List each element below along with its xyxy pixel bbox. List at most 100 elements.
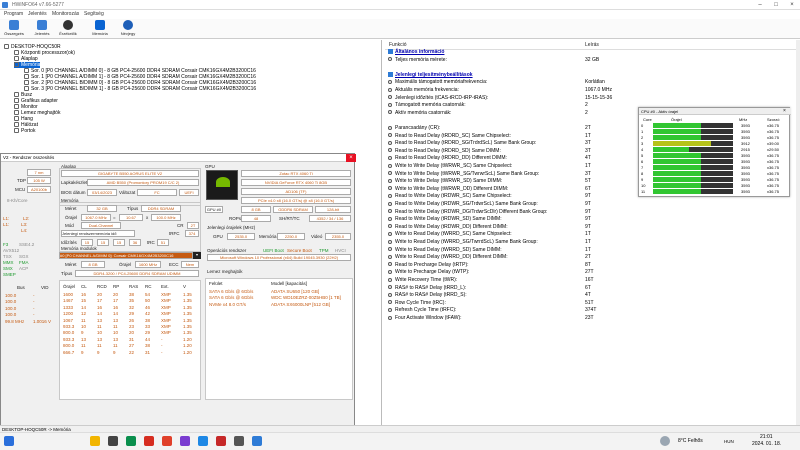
app-icon-blue[interactable] bbox=[198, 436, 208, 446]
timing-table-cell: 50 bbox=[145, 298, 151, 304]
tree-item[interactable]: Sor. 3 [P0 CHANNEL B/DIMM 1] - 8 GB PC4-… bbox=[24, 86, 256, 92]
detail-row[interactable]: Write to Write Delay (tWRWR_SG/TwrwrScL)… bbox=[388, 171, 539, 177]
edge-icon[interactable] bbox=[126, 436, 136, 446]
detail-row[interactable]: Refresh Cycle Time (tRFC): bbox=[388, 307, 456, 313]
mem-clock-label: Órajel bbox=[65, 215, 78, 220]
close-icon[interactable]: × bbox=[784, 0, 800, 10]
detail-row[interactable]: Parancsadány (CR): bbox=[388, 125, 440, 131]
mod-clock-value: 1600 MHz bbox=[135, 261, 161, 268]
menu-monitoring[interactable]: Monitorozás bbox=[52, 11, 79, 17]
detail-row[interactable]: Aktuális memória frekvencia: bbox=[388, 87, 459, 93]
summary-close-icon[interactable]: × bbox=[346, 154, 356, 162]
detail-row[interactable]: Jelenlegi időzítés (tCAS-tRCD-tRP-tRAS): bbox=[388, 95, 488, 101]
timing-table-cell: - bbox=[161, 349, 163, 355]
section-header[interactable]: Jelenlegi teljesítménybeállítások bbox=[388, 72, 473, 78]
hwinfo-taskbar-icon[interactable] bbox=[252, 436, 262, 446]
timing-icon bbox=[388, 285, 392, 290]
app-icon-red[interactable] bbox=[216, 436, 226, 446]
col-header-description[interactable]: Leírás bbox=[585, 42, 599, 48]
detail-label: Write to Read Delay (tWRRD_SG/TwrrdScL) … bbox=[395, 239, 538, 245]
summary-button[interactable]: Összegzés bbox=[4, 20, 24, 38]
report-button[interactable]: Jelentés bbox=[32, 20, 52, 38]
about-button[interactable]: Névjegy bbox=[118, 20, 138, 38]
detail-row[interactable]: Read to Write Delay (tRDWR_SG/TrdwrScL) … bbox=[388, 201, 538, 207]
section-header[interactable]: Általános információ bbox=[388, 49, 444, 55]
cpu-core-mhz: 3593 bbox=[741, 165, 750, 170]
detail-row[interactable]: Read to Read Delay (tRDRD_SD) Same DIMM: bbox=[388, 148, 501, 154]
detail-row[interactable]: Read to Write Delay (tRDWR_DG/TrdwrScDlr… bbox=[388, 209, 547, 215]
detail-row[interactable]: Támogatott memória csatornák: bbox=[388, 102, 466, 108]
detail-label: Read to Read Delay (tRDRD_DD) Different … bbox=[395, 155, 507, 162]
detail-row[interactable]: Read to Write Delay (tRDWR_DD) Different… bbox=[388, 224, 508, 230]
menu-program[interactable]: Program bbox=[4, 11, 23, 17]
detail-row[interactable]: Teljes memória mérete: bbox=[388, 57, 447, 63]
weather-text[interactable]: 8°C Felhős bbox=[678, 438, 703, 444]
menu-report[interactable]: Jelentés bbox=[28, 11, 47, 17]
cpu-core-bar bbox=[653, 189, 733, 194]
tree-item[interactable]: Portok bbox=[14, 128, 35, 134]
detail-row[interactable]: Read to Write Delay (tRDWR_SC) Same Chip… bbox=[388, 193, 512, 199]
detail-value: 9T bbox=[585, 208, 591, 215]
detail-row[interactable]: Write to Read Delay (tWRRD_SC) Same Chip… bbox=[388, 231, 512, 237]
clock-date[interactable]: 2024. 01. 18. bbox=[752, 441, 781, 447]
detail-row[interactable]: Write to Write Delay (tWRWR_DD) Differen… bbox=[388, 186, 508, 192]
maximize-icon[interactable]: □ bbox=[768, 0, 784, 10]
app-icon-purple[interactable] bbox=[180, 436, 190, 446]
detail-row[interactable]: Read to Read Delay (tRDRD_SC) Same Chips… bbox=[388, 133, 511, 139]
timing-table-cell: XMP bbox=[161, 304, 171, 310]
detail-row[interactable]: Read to Write Delay (tRDWR_SD) Same DIMM… bbox=[388, 216, 502, 222]
detail-row[interactable]: RAS# to RAS# Delay (tRRD_S): bbox=[388, 292, 467, 298]
detail-row[interactable]: Maximális támogatott memóriafrekvencia: bbox=[388, 79, 487, 85]
minimize-icon[interactable]: – bbox=[752, 0, 768, 10]
detail-row[interactable]: Row Cycle Time (tRC): bbox=[388, 300, 446, 306]
detail-label: Write to Precharge Delay (tWTP): bbox=[395, 269, 470, 276]
detail-row[interactable]: Read to Read Delay (tRDRD_DD) Different … bbox=[388, 155, 507, 161]
mem-module-dropdown[interactable]: #0 [P0 CHANNEL A/DIMM 0]: Corsair CMK16G… bbox=[59, 252, 193, 259]
cpu-core-mhz: 3593 bbox=[741, 129, 750, 134]
cpu-popup-close-icon[interactable]: × bbox=[783, 108, 786, 114]
detail-row[interactable]: Write to Write Delay (tWRWR_SD) Same DIM… bbox=[388, 178, 502, 184]
windows-start-icon[interactable] bbox=[4, 436, 14, 446]
app-icon-gray[interactable] bbox=[234, 436, 244, 446]
detail-row[interactable]: RAS# to RAS# Delay (tRRD_L): bbox=[388, 285, 466, 291]
core-vid: 1.0016 V bbox=[33, 318, 52, 324]
gpu-select-dropdown[interactable]: GPU #0 bbox=[205, 206, 223, 213]
language-indicator[interactable]: HUN bbox=[724, 439, 734, 444]
timing-table-cell: 1.20 bbox=[183, 336, 192, 342]
cpu-core-index: 2 bbox=[641, 135, 644, 140]
timing-table-cell: 14 bbox=[97, 311, 103, 317]
detail-row[interactable]: Read to Read Delay (tRDRD_SG/TrdrdScL) S… bbox=[388, 140, 536, 146]
timing-table-cell: 1.35 bbox=[183, 330, 192, 336]
timing-table-cell: 13 bbox=[81, 336, 87, 342]
detail-row[interactable]: Write to Write Delay (tWRWR_SC) Same Chi… bbox=[388, 163, 512, 169]
detail-row[interactable]: Read to Precharge Delay (tRTP): bbox=[388, 262, 469, 268]
cpu-core-bar-fill bbox=[653, 123, 701, 128]
cpu-core-index: 8 bbox=[641, 171, 644, 176]
terminal-icon[interactable] bbox=[108, 436, 118, 446]
chevron-down-icon[interactable]: ▾ bbox=[193, 252, 201, 259]
menu-help[interactable]: Segítség bbox=[84, 11, 104, 17]
detail-row[interactable]: Four Activate Window (tFAW): bbox=[388, 315, 462, 321]
detail-row[interactable]: Write to Read Delay (tWRRD_SG/TwrrdScL) … bbox=[388, 239, 538, 245]
timing-dropdown[interactable]: Jelenlegi rendszermemória idő bbox=[61, 230, 135, 237]
scrollbar[interactable] bbox=[796, 40, 800, 432]
memory-icon bbox=[95, 20, 105, 30]
detail-row[interactable]: Write to Precharge Delay (tWTP): bbox=[388, 269, 469, 275]
brave-icon[interactable] bbox=[162, 436, 172, 446]
col-header-feature[interactable]: Funkció bbox=[389, 42, 407, 48]
mem-clock-value: 1067.0 MHz bbox=[81, 214, 111, 221]
chrome-icon[interactable] bbox=[144, 436, 154, 446]
clock-time[interactable]: 21:01 bbox=[760, 434, 773, 440]
weather-icon[interactable] bbox=[660, 436, 670, 446]
detail-row[interactable]: Write to Read Delay (tWRRD_SD) Same DIMM… bbox=[388, 247, 502, 253]
detail-row[interactable]: Write Recovery Time (tWR): bbox=[388, 277, 457, 283]
file-explorer-icon[interactable] bbox=[90, 436, 100, 446]
sensors-button[interactable]: Érzékelők bbox=[58, 20, 78, 38]
summary-titlebar[interactable]: V2 - Rendszer összesítés × bbox=[1, 154, 356, 162]
cpu-popup-titlebar[interactable]: CPU #0 - Aktív órajel × bbox=[639, 108, 791, 115]
cpu-core-index: 10 bbox=[641, 183, 646, 188]
memory-button[interactable]: Memória bbox=[90, 20, 110, 38]
detail-row[interactable]: Aktív memória csatornák: bbox=[388, 110, 451, 116]
detail-row[interactable]: Write to Read Delay (tWRRD_DD) Different… bbox=[388, 254, 508, 260]
cpu-core-multiplier: x39.00 bbox=[767, 141, 780, 146]
